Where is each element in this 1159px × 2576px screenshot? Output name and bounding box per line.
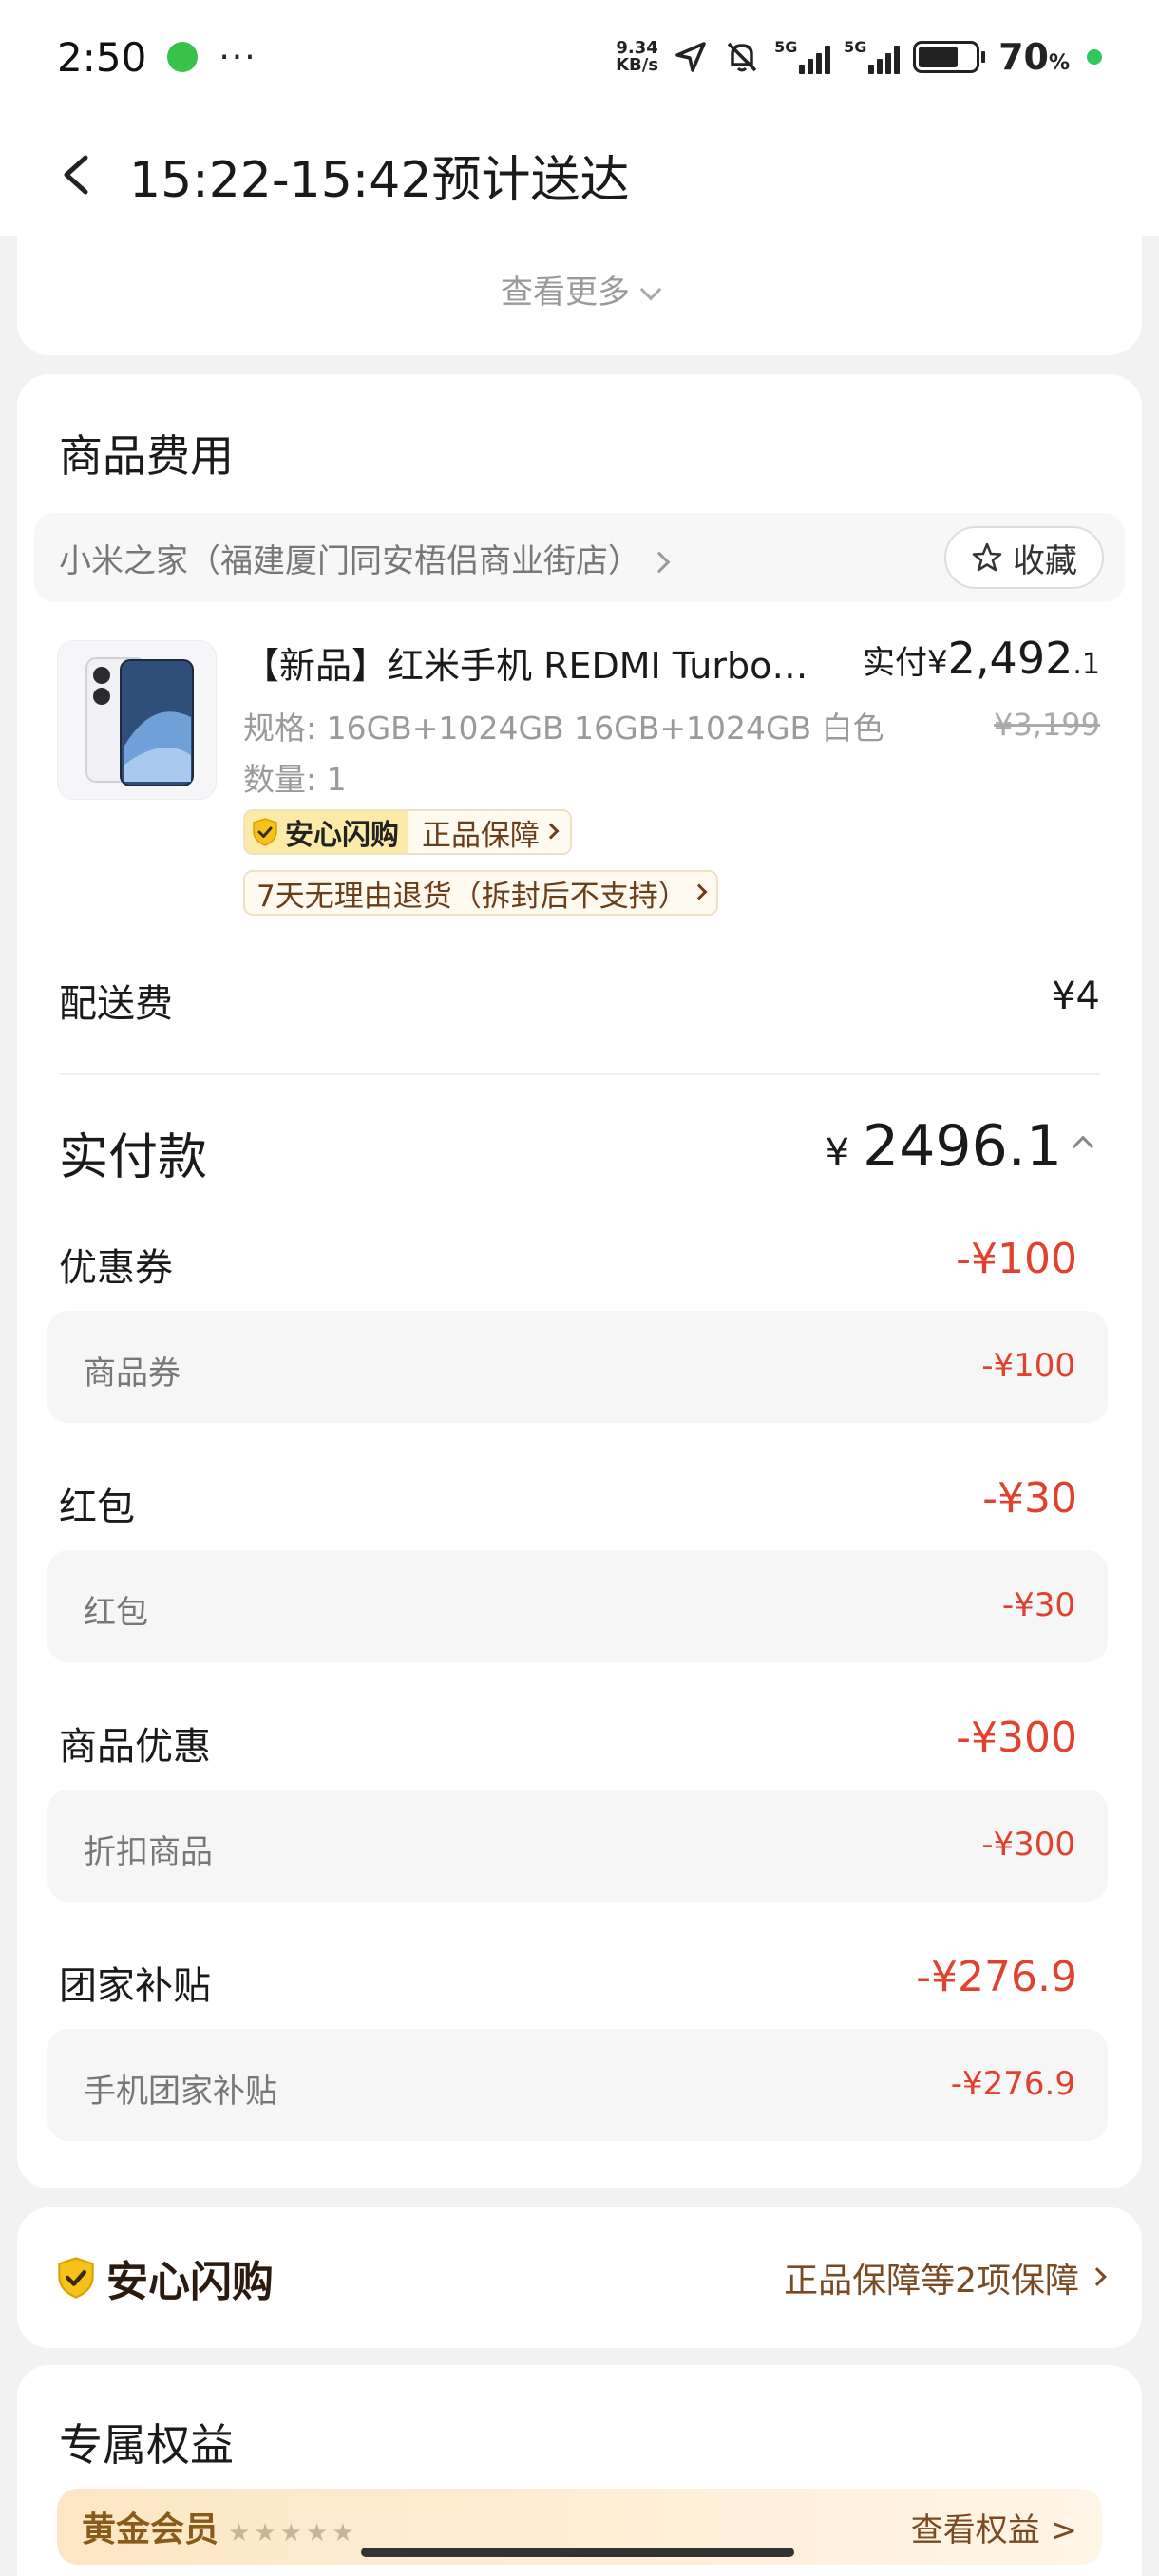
chevron-up-icon[interactable]: [1072, 1135, 1094, 1158]
store-row[interactable]: 小米之家（福建厦门同安梧侣商业街店） 收藏: [34, 513, 1125, 602]
chevron-right-icon: [1088, 2267, 1107, 2286]
rights-section-title: 专属权益: [59, 2419, 234, 2471]
guarantee-link-label: 正品保障等2项保障: [784, 2262, 1079, 2301]
total-paid-value: 2496.1: [863, 1113, 1062, 1180]
discount-detail-row: 折扣商品 -¥300: [48, 1790, 1108, 1902]
anxin-brand-label: 安心闪购: [106, 2258, 274, 2306]
product-paid-price: 实付¥2,492.1: [863, 633, 1100, 684]
discount-detail-label: 折扣商品: [84, 1833, 213, 1871]
discount-detail-value: -¥276.9: [950, 2065, 1075, 2103]
discount-detail-row: 红包 -¥30: [48, 1550, 1108, 1662]
discount-label: 商品优惠: [59, 1725, 211, 1769]
star-icon: [972, 542, 1002, 572]
favorite-button[interactable]: 收藏: [944, 526, 1104, 589]
total-currency: ¥: [825, 1131, 850, 1175]
member-level: 黄金会员 ★★★★★: [82, 2502, 358, 2551]
discount-label: 红包: [59, 1486, 135, 1529]
anxin-card[interactable]: 安心闪购 正品保障等2项保障: [17, 2207, 1142, 2348]
divider: [59, 1073, 1100, 1075]
anxin-tag-label: 安心闪购: [285, 819, 399, 852]
anxin-tag: 安心闪购: [245, 811, 408, 853]
chevron-down-icon: [639, 278, 662, 301]
return-policy-tag[interactable]: 7天无理由退货（拆封后不支持）: [243, 870, 718, 916]
total-paid-toggle[interactable]: ¥ 2496.1: [825, 1113, 1094, 1180]
order-info-card: 查看更多: [17, 218, 1142, 355]
home-indicator[interactable]: [361, 2548, 794, 2557]
rights-card: 专属权益 黄金会员 ★★★★★ 查看权益 >: [17, 2365, 1142, 2576]
discount-detail-label: 商品券: [84, 1354, 180, 1392]
signal-2-icon: 5G: [844, 38, 901, 74]
battery-percent-sign: %: [1048, 51, 1070, 75]
chevron-right-icon: [648, 551, 671, 573]
fee-card: 商品费用 小米之家（福建厦门同安梧侣商业街店） 收藏 【新品】红米手机 REDM…: [17, 374, 1142, 2188]
discount-detail-value: -¥300: [981, 1826, 1075, 1864]
fee-section-title: 商品费用: [59, 430, 234, 482]
discount-detail-value: -¥30: [1001, 1586, 1075, 1624]
product-quantity: 数量: 1: [243, 761, 347, 798]
battery-percent-value: 70: [998, 36, 1049, 78]
discount-value: -¥300: [956, 1714, 1077, 1762]
discount-value: -¥100: [956, 1235, 1077, 1283]
signal-1-icon: 5G: [774, 38, 831, 74]
see-more-label: 查看更多: [501, 274, 630, 312]
back-icon[interactable]: [57, 152, 95, 198]
paid-decimal: .1: [1073, 648, 1100, 681]
status-right: 9.34 KB/s 5G 5G 70%: [616, 36, 1102, 78]
discount-label: 优惠券: [59, 1246, 173, 1290]
product-image[interactable]: [57, 640, 217, 800]
discount-detail-label: 手机团家补贴: [84, 2073, 277, 2111]
location-icon: [675, 42, 706, 72]
favorite-label: 收藏: [1013, 541, 1077, 580]
discount-value: -¥30: [982, 1474, 1077, 1523]
authentic-tag-label: 正品保障: [422, 818, 540, 853]
view-rights-link[interactable]: 查看权益 >: [911, 2504, 1077, 2550]
discount-detail-row: 商品券 -¥100: [48, 1311, 1108, 1423]
signal-2-label: 5G: [844, 38, 867, 56]
return-policy-label: 7天无理由退货（拆封后不支持）: [256, 879, 688, 914]
battery-percent: 70%: [998, 36, 1070, 78]
discount-detail-label: 红包: [84, 1594, 148, 1632]
privacy-indicator-icon: [1087, 49, 1102, 65]
guarantee-link[interactable]: 正品保障等2项保障: [784, 2253, 1107, 2302]
member-level-label: 黄金会员: [82, 2510, 219, 2549]
product-original-price: ¥3,199: [994, 707, 1100, 743]
store-name-text: 小米之家（福建厦门同安梧侣商业街店）: [59, 541, 640, 580]
page-title: 15:22-15:42预计送达: [129, 151, 630, 209]
wechat-notification-icon: [167, 42, 199, 72]
authentic-tag: 正品保障: [408, 811, 570, 853]
total-paid-label: 实付款: [59, 1129, 208, 1186]
store-name[interactable]: 小米之家（福建厦门同安梧侣商业街店）: [59, 535, 671, 581]
signal-1-label: 5G: [774, 38, 798, 56]
discount-value: -¥276.9: [916, 1953, 1077, 2001]
status-left: 2:50 ···: [57, 34, 257, 81]
phone-product-image: [86, 657, 194, 786]
mute-bell-icon: [727, 42, 757, 72]
paid-prefix: 实付: [863, 644, 928, 682]
paid-currency: ¥: [927, 644, 948, 682]
chevron-right-icon: [542, 823, 560, 840]
nav-bar: 15:22-15:42预计送达: [0, 114, 1159, 236]
network-speed: 9.34 KB/s: [616, 40, 658, 74]
product-name[interactable]: 【新品】红米手机 REDMI Turbo…: [243, 636, 851, 689]
shield-check-icon: [253, 818, 277, 846]
guarantee-tag[interactable]: 安心闪购 正品保障: [243, 809, 572, 855]
member-stars-icon: ★★★★★: [228, 2519, 358, 2548]
more-notifications-icon: ···: [218, 37, 257, 77]
chevron-right-icon: [691, 883, 708, 900]
shipping-fee-value: ¥4: [1052, 975, 1100, 1018]
battery-fill: [919, 47, 958, 67]
see-more-button[interactable]: 查看更多: [17, 266, 1142, 313]
network-speed-unit: KB/s: [616, 55, 659, 75]
shield-check-icon: [58, 2257, 94, 2299]
discount-detail-row: 手机团家补贴 -¥276.9: [48, 2029, 1108, 2141]
battery-icon: [913, 41, 986, 73]
shipping-fee-label: 配送费: [59, 982, 173, 1026]
status-bar: 2:50 ··· 9.34 KB/s 5G 5G 70%: [0, 0, 1159, 114]
anxin-brand: 安心闪购: [55, 2247, 274, 2308]
status-time: 2:50: [57, 33, 147, 81]
discount-detail-value: -¥100: [981, 1347, 1075, 1385]
product-spec: 规格: 16GB+1024GB 16GB+1024GB 白色: [243, 710, 884, 747]
discount-label: 团家补贴: [59, 1964, 211, 2008]
paid-main: 2,492: [947, 633, 1074, 684]
